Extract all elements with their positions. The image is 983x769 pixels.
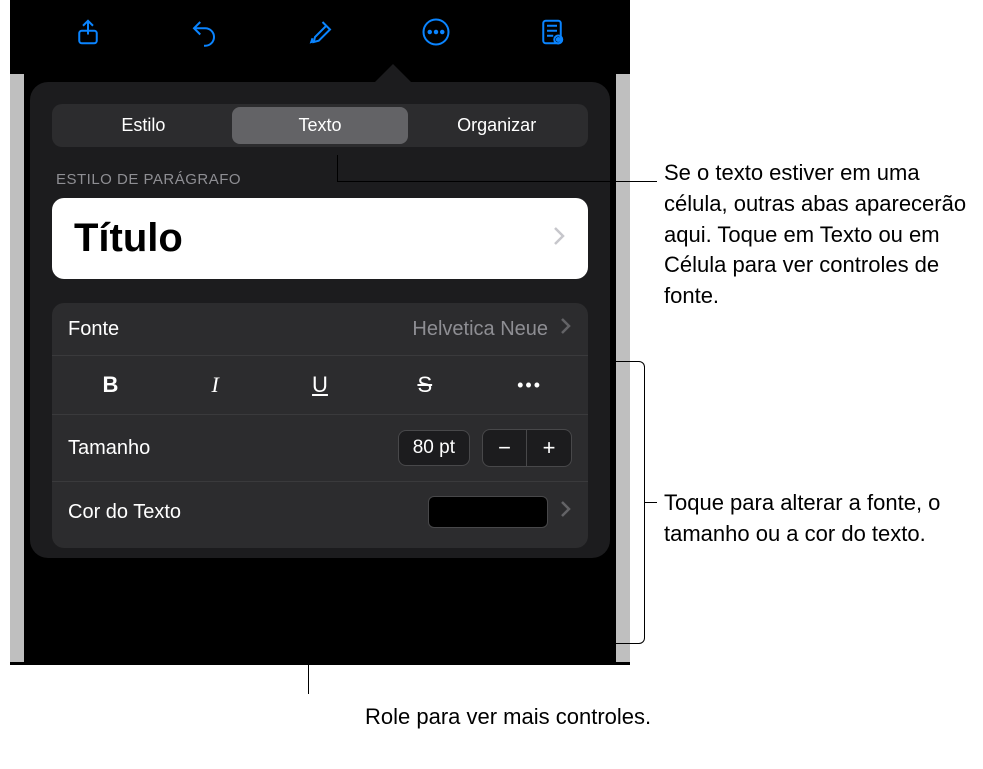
paragraph-style-selector[interactable]: Título	[52, 198, 588, 279]
underline-button[interactable]: U	[268, 366, 373, 404]
tab-style[interactable]: Estilo	[55, 107, 232, 144]
callout-leader-line	[337, 155, 338, 181]
callout-bracket	[615, 361, 645, 644]
tab-segmented-control: Estilo Texto Organizar	[52, 104, 588, 147]
size-decrease-button[interactable]: −	[483, 430, 527, 466]
font-row[interactable]: Fonte Helvetica Neue	[52, 303, 588, 356]
text-color-label: Cor do Texto	[68, 501, 181, 524]
callout-leader-line	[308, 646, 309, 694]
strikethrough-button[interactable]: S	[372, 366, 477, 404]
frame-edge	[10, 74, 24, 662]
font-label: Fonte	[68, 318, 119, 341]
app-toolbar	[10, 0, 630, 70]
callout-scroll: Role para ver mais controles.	[365, 702, 651, 733]
chevron-right-icon	[560, 317, 572, 341]
callout-tabs: Se o texto estiver em uma célula, outras…	[664, 158, 974, 312]
bold-button[interactable]: B	[58, 366, 163, 404]
size-label: Tamanho	[68, 437, 150, 460]
callout-font-controls: Toque para alterar a fonte, o tamanho ou…	[664, 488, 974, 550]
share-icon[interactable]	[68, 12, 108, 52]
text-color-swatch[interactable]	[428, 496, 548, 528]
tab-arrange[interactable]: Organizar	[408, 107, 585, 144]
font-value: Helvetica Neue	[412, 318, 548, 341]
font-settings-group: Fonte Helvetica Neue B I U S ••• Tamanho	[52, 303, 588, 548]
more-icon[interactable]	[416, 12, 456, 52]
paragraph-style-section-label: ESTILO DE PARÁGRAFO	[56, 171, 588, 188]
size-row: Tamanho 80 pt − +	[52, 415, 588, 482]
popover-arrow	[375, 64, 411, 82]
view-mode-icon[interactable]	[532, 12, 572, 52]
format-brush-icon[interactable]	[300, 12, 340, 52]
size-increase-button[interactable]: +	[527, 430, 571, 466]
text-style-buttons: B I U S •••	[52, 356, 588, 415]
more-styles-button[interactable]: •••	[477, 369, 582, 402]
chevron-right-icon	[560, 500, 572, 524]
tab-text[interactable]: Texto	[232, 107, 409, 144]
device-frame: Estilo Texto Organizar ESTILO DE PARÁGRA…	[10, 0, 630, 665]
callout-leader-line	[645, 502, 657, 503]
undo-icon[interactable]	[184, 12, 224, 52]
italic-button[interactable]: I	[163, 366, 268, 404]
format-popover: Estilo Texto Organizar ESTILO DE PARÁGRA…	[30, 82, 610, 558]
text-color-row[interactable]: Cor do Texto	[52, 482, 588, 548]
size-value[interactable]: 80 pt	[398, 430, 470, 466]
paragraph-style-value: Título	[74, 216, 183, 261]
size-stepper: − +	[482, 429, 572, 467]
callout-leader-line	[337, 181, 657, 182]
chevron-right-icon	[552, 225, 566, 252]
